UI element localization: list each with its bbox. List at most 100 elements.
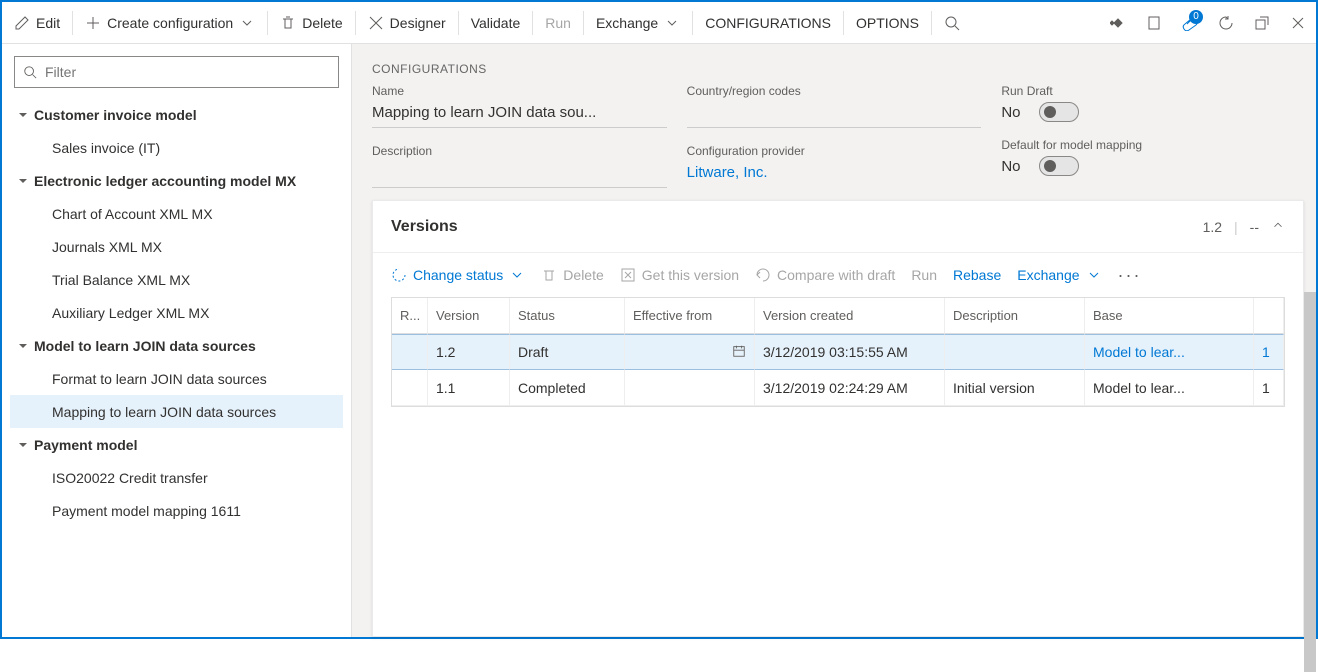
country-value[interactable]	[687, 102, 982, 128]
popout-button[interactable]	[1244, 2, 1280, 43]
tree-label: Journals XML MX	[52, 239, 162, 255]
calendar-icon[interactable]	[732, 344, 746, 361]
compare-label: Compare with draft	[777, 267, 895, 283]
configurations-tab[interactable]: CONFIGURATIONS	[693, 2, 843, 43]
search-icon	[944, 15, 960, 31]
cell-status: Completed	[510, 370, 625, 406]
tree-node-model-join[interactable]: Model to learn JOIN data sources	[10, 329, 343, 362]
pencil-icon	[14, 15, 30, 31]
cell-effective[interactable]	[625, 334, 755, 370]
versions-title: Versions	[391, 218, 458, 236]
delete-label: Delete	[302, 15, 342, 31]
col-r[interactable]: R...	[392, 298, 428, 334]
field-label: Country/region codes	[687, 84, 982, 98]
cell-num: 1	[1254, 334, 1284, 370]
validate-label: Validate	[471, 15, 521, 31]
toggle-value: No	[1001, 158, 1020, 175]
description-value[interactable]	[372, 162, 667, 188]
tree-label: Payment model	[34, 437, 137, 453]
col-effective[interactable]: Effective from	[625, 298, 755, 334]
attachments-button[interactable]: 0	[1172, 2, 1208, 43]
tree-node-sales-invoice-it[interactable]: Sales invoice (IT)	[10, 131, 343, 164]
col-base[interactable]: Base	[1085, 298, 1254, 334]
caret-down-icon	[18, 338, 30, 354]
col-status[interactable]: Status	[510, 298, 625, 334]
cell-created: 3/12/2019 03:15:55 AM	[755, 334, 945, 370]
left-panel: Customer invoice model Sales invoice (IT…	[2, 44, 352, 637]
col-version[interactable]: Version	[428, 298, 510, 334]
versions-exchange-label: Exchange	[1017, 267, 1079, 283]
run-button: Run	[533, 2, 583, 43]
field-country: Country/region codes	[687, 84, 982, 128]
filter-input[interactable]	[43, 63, 330, 81]
toggle-knob	[1044, 160, 1056, 172]
default-mapping-toggle[interactable]	[1039, 156, 1079, 176]
chevron-down-icon	[509, 267, 525, 283]
plus-icon	[85, 15, 101, 31]
tree-label: ISO20022 Credit transfer	[52, 470, 208, 486]
diamond-button[interactable]	[1100, 2, 1136, 43]
versions-delete-button: Delete	[541, 267, 603, 283]
office-button[interactable]	[1136, 2, 1172, 43]
tree-node-payment-mapping-1611[interactable]: Payment model mapping 1611	[10, 494, 343, 527]
tree-node-mapping-join[interactable]: Mapping to learn JOIN data sources	[10, 395, 343, 428]
rebase-button[interactable]: Rebase	[953, 267, 1001, 283]
designer-button[interactable]: Designer	[356, 2, 458, 43]
field-run-draft: Run Draft No	[1001, 84, 1296, 122]
edit-button[interactable]: Edit	[2, 2, 72, 43]
delete-button[interactable]: Delete	[268, 2, 354, 43]
tree-node-electronic-ledger-mx[interactable]: Electronic ledger accounting model MX	[10, 164, 343, 197]
tree-label: Model to learn JOIN data sources	[34, 338, 256, 354]
field-label: Configuration provider	[687, 144, 982, 158]
exchange-label: Exchange	[596, 15, 658, 31]
scrollbar[interactable]	[1304, 292, 1316, 672]
chevron-down-icon	[239, 15, 255, 31]
tree-node-format-join[interactable]: Format to learn JOIN data sources	[10, 362, 343, 395]
versions-run-button: Run	[911, 267, 937, 283]
field-default-mapping: Default for model mapping No	[1001, 138, 1296, 176]
more-button[interactable]: ···	[1118, 265, 1142, 286]
col-num[interactable]	[1254, 298, 1284, 334]
table-row[interactable]: 1.1 Completed 3/12/2019 02:24:29 AM Init…	[392, 370, 1284, 406]
exchange-button[interactable]: Exchange	[584, 2, 692, 43]
cell-r	[392, 334, 428, 370]
tree-node-payment-model[interactable]: Payment model	[10, 428, 343, 461]
field-label: Name	[372, 84, 667, 98]
cell-version: 1.2	[428, 334, 510, 370]
tree-label: Customer invoice model	[34, 107, 197, 123]
close-icon	[1290, 15, 1306, 31]
change-status-button[interactable]: Change status	[391, 267, 525, 283]
badge-count: 0	[1189, 10, 1203, 24]
search-icon	[23, 65, 37, 79]
versions-exchange-button[interactable]: Exchange	[1017, 267, 1101, 283]
tree-node-auxiliary-ledger[interactable]: Auxiliary Ledger XML MX	[10, 296, 343, 329]
paperclip-icon: 0	[1182, 15, 1198, 31]
cell-base[interactable]: Model to lear...	[1085, 334, 1254, 370]
office-icon	[1146, 15, 1162, 31]
provider-value[interactable]: Litware, Inc.	[687, 162, 982, 188]
close-button[interactable]	[1280, 2, 1316, 43]
tree-node-chart-of-account[interactable]: Chart of Account XML MX	[10, 197, 343, 230]
name-value[interactable]: Mapping to learn JOIN data sou...	[372, 102, 667, 128]
toolbar-right: 0	[1100, 2, 1316, 43]
tree-node-trial-balance[interactable]: Trial Balance XML MX	[10, 263, 343, 296]
tree-node-customer-invoice-model[interactable]: Customer invoice model	[10, 98, 343, 131]
validate-button[interactable]: Validate	[459, 2, 533, 43]
run-draft-toggle[interactable]	[1039, 102, 1079, 122]
options-tab[interactable]: OPTIONS	[844, 2, 931, 43]
tree-node-iso20022[interactable]: ISO20022 Credit transfer	[10, 461, 343, 494]
table-row[interactable]: 1.2 Draft 3/12/2019 03:15:55 AM Model to…	[392, 334, 1284, 370]
col-description[interactable]: Description	[945, 298, 1085, 334]
tree-node-journals[interactable]: Journals XML MX	[10, 230, 343, 263]
refresh-icon	[1218, 15, 1234, 31]
collapse-button[interactable]	[1271, 218, 1285, 235]
create-configuration-button[interactable]: Create configuration	[73, 2, 267, 43]
filter-box[interactable]	[14, 56, 339, 88]
filter-row	[10, 56, 343, 88]
col-created[interactable]: Version created	[755, 298, 945, 334]
configurations-label: CONFIGURATIONS	[705, 15, 831, 31]
search-button[interactable]	[932, 2, 972, 43]
header-dash: --	[1250, 219, 1259, 235]
refresh-button[interactable]	[1208, 2, 1244, 43]
toggle-row: No	[1001, 102, 1296, 122]
